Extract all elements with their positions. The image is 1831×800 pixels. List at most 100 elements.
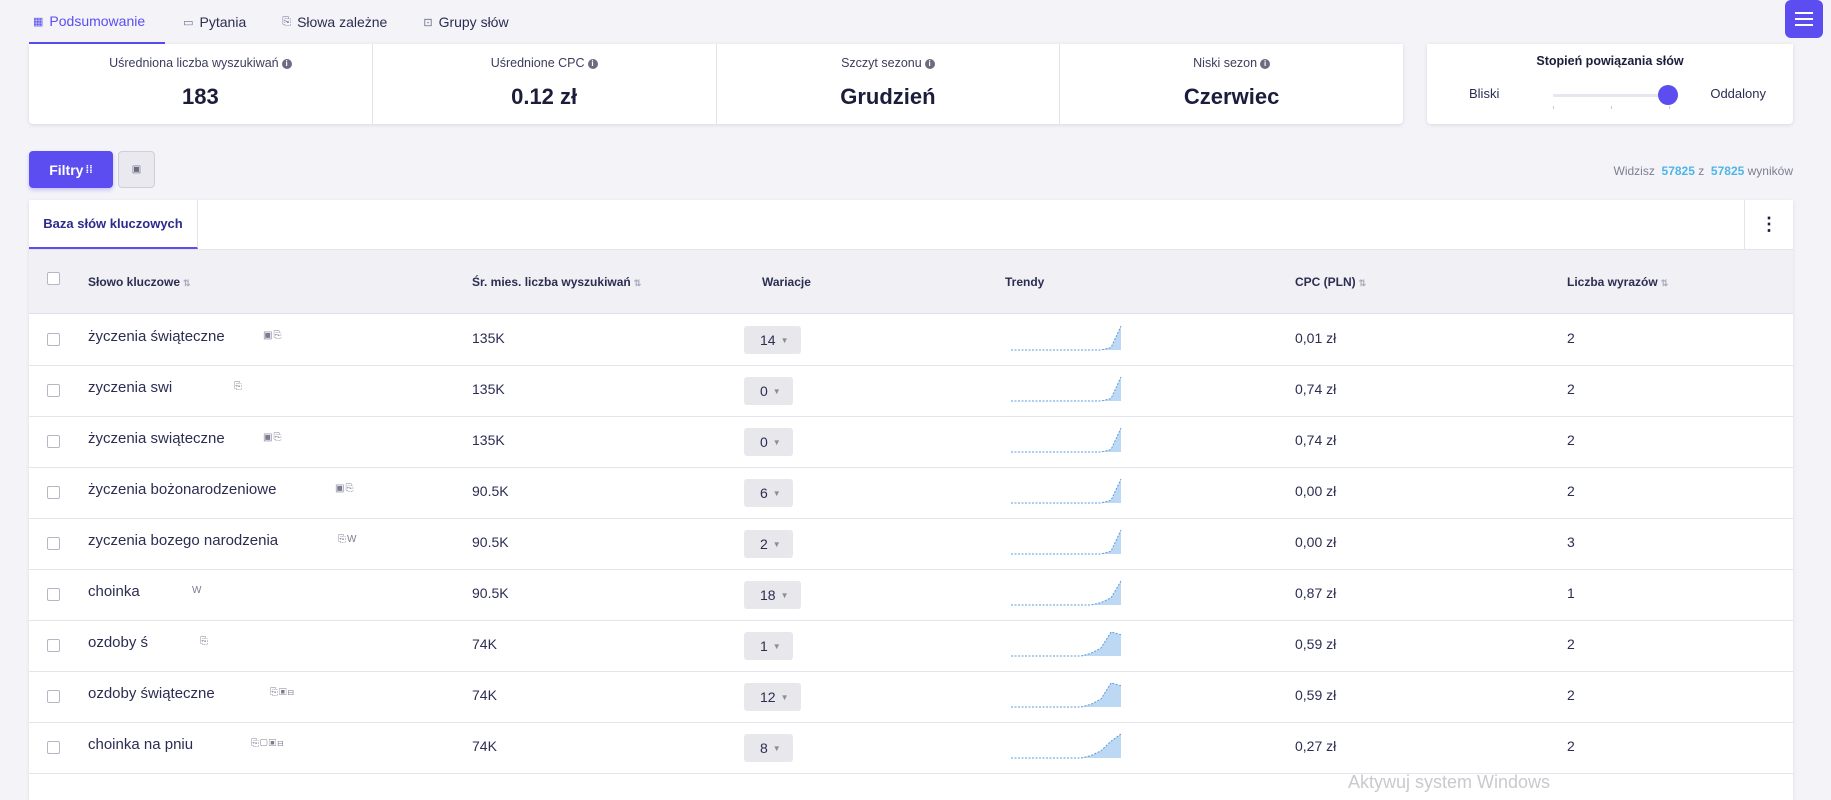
cpc-cell: 0,87 zł [1295,585,1337,601]
keyword-cell[interactable]: choinka [88,583,140,600]
table-row[interactable]: choinka W 90.5K 18 ▼ 0,87 zł 1 [29,569,1793,621]
filter-icon: ⁞⁞ [85,163,93,176]
variations-dropdown[interactable]: 2 ▼ [744,530,793,558]
variations-dropdown[interactable]: 18 ▼ [744,581,801,609]
trend-line [1011,478,1122,504]
tab-keyword-base[interactable]: Baza słów kluczowych [29,200,198,249]
variations-dropdown[interactable]: 0 ▼ [744,428,793,456]
column-cpc[interactable]: CPC (PLN) ⇅ [1295,275,1366,289]
row-checkbox[interactable] [47,741,60,754]
serp-feature-icons: ⎘W [338,534,358,545]
info-icon[interactable]: i [924,59,935,69]
relation-slider-thumb[interactable] [1658,85,1678,105]
volume-cell: 90.5K [472,585,509,601]
relation-title: Stopień powiązania słów [1536,54,1684,68]
hamburger-icon [1795,12,1813,26]
relation-slider-track[interactable] [1553,94,1669,97]
serp-feature-icons: ⎘▣⊟ [270,687,295,698]
row-checkbox[interactable] [47,486,60,499]
save-button[interactable]: ▣ [118,151,155,188]
column-volume[interactable]: Śr. mies. liczba wyszukiwań ⇅ [472,275,641,289]
variations-dropdown[interactable]: 1 ▼ [744,632,793,660]
stat-label: Uśredniona liczba wyszukiwań [109,56,279,70]
stat-value: Czerwiec [1183,84,1280,109]
serp-feature-icons: W [192,585,203,596]
chevron-down-icon: ▼ [772,488,781,498]
keyword-cell[interactable]: ozdoby świąteczne [88,685,215,702]
keyword-cell[interactable]: życzenia swiąteczne [88,430,225,447]
trend-sparkline [1011,733,1122,759]
row-checkbox[interactable] [47,333,60,346]
volume-cell: 90.5K [472,534,509,550]
variations-dropdown[interactable]: 0 ▼ [744,377,793,405]
variations-value: 0 [760,434,768,450]
results-suffix: wyników [1747,164,1793,178]
tab-slowa-zalezne[interactable]: ⎘ Słowa zależne [278,0,405,44]
slider-tick [1611,106,1612,109]
keyword-cell[interactable]: zyczenia swi [88,379,172,396]
serp-feature-icons: ⎘ [234,381,243,392]
relation-far-label: Oddalony [1710,86,1766,101]
results-shown: 57825 [1661,164,1695,178]
keyword-cell[interactable]: ozdoby ś [88,634,148,651]
keyword-cell[interactable]: zyczenia bozego narodzenia [88,532,278,549]
info-icon[interactable]: i [281,59,292,69]
row-checkbox[interactable] [47,435,60,448]
document-icon: ⎘ [282,15,292,28]
variations-dropdown[interactable]: 6 ▼ [744,479,793,507]
volume-cell: 135K [472,330,505,346]
trend-area [1011,428,1121,452]
tab-grupy-slow[interactable]: ⊡ Grupy słów [419,0,526,44]
tab-podsumowanie[interactable]: ▦ Podsumowanie [29,0,166,44]
stat-peak-season: Szczyt sezonu i Grudzień [717,44,1061,124]
trend-sparkline [1011,631,1122,657]
menu-button[interactable] [1785,0,1823,38]
info-icon[interactable]: i [1260,59,1271,69]
filter-button[interactable]: Filtry ⁞⁞ [29,151,113,188]
table-header: Słowo kluczowe ⇅ Śr. mies. liczba wyszuki… [29,250,1793,314]
cpc-cell: 0,59 zł [1295,636,1337,652]
variations-value: 12 [760,689,776,705]
word-count-cell: 3 [1567,534,1575,550]
tab-label: Podsumowanie [49,13,146,29]
row-checkbox[interactable] [47,690,60,703]
word-count-cell: 1 [1567,585,1575,601]
column-words[interactable]: Liczba wyrazów ⇅ [1567,275,1668,289]
more-options-icon[interactable]: ⋮ [1744,200,1793,249]
table-row[interactable]: choinka na pniu ⎘▢▣⊟ 74K 8 ▼ 0,27 zł 2 [29,722,1793,774]
trend-area [1011,377,1121,401]
stat-label: Szczyt sezonu [841,56,922,70]
word-count-cell: 2 [1567,432,1575,448]
table-row[interactable]: ozdoby ś ⎘ 74K 1 ▼ 0,59 zł 2 [29,620,1793,672]
table-row[interactable]: zyczenia bozego narodzenia ⎘W 90.5K 2 ▼ 0,00 … [29,518,1793,570]
grid-icon: ▦ [33,15,44,28]
select-all-checkbox[interactable] [47,272,60,285]
variations-dropdown[interactable]: 8 ▼ [744,734,793,762]
tab-pytania[interactable]: ▭ Pytania [179,0,264,44]
keyword-cell[interactable]: życzenia świąteczne [88,328,225,345]
volume-cell: 90.5K [472,483,509,499]
trend-line [1011,325,1122,351]
keyword-cell[interactable]: choinka na pniu [88,736,193,753]
table-row[interactable]: życzenia swiąteczne ▣⎘ 135K 0 ▼ 0,74 zł 2 [29,416,1793,468]
chevron-down-icon: ▼ [780,590,789,600]
keyword-cell[interactable]: życzenia bożonarodzeniowe [88,481,276,498]
variations-value: 0 [760,383,768,399]
table-row[interactable]: życzenia bożonarodzeniowe ▣⎘ 90.5K 6 ▼ 0,00 z… [29,467,1793,519]
row-checkbox[interactable] [47,588,60,601]
table-row[interactable]: zyczenia swi ⎘ 135K 0 ▼ 0,74 zł 2 [29,365,1793,417]
volume-cell: 74K [472,636,497,652]
tab-label: Grupy słów [438,14,509,30]
variations-dropdown[interactable]: 12 ▼ [744,683,801,711]
table-row[interactable]: ozdoby świąteczne ⎘▣⊟ 74K 12 ▼ 0,59 zł 2 [29,671,1793,723]
serp-feature-icons: ▣⎘ [263,432,283,443]
info-icon[interactable]: i [587,59,598,69]
trend-line [1011,376,1122,402]
row-checkbox[interactable] [47,384,60,397]
row-checkbox[interactable] [47,537,60,550]
table-row[interactable]: życzenia świąteczne ▣⎘ 135K 14 ▼ 0,01 zł 2 [29,314,1793,366]
column-trends: Trendy [1005,275,1045,289]
row-checkbox[interactable] [47,639,60,652]
variations-dropdown[interactable]: 14 ▼ [744,326,801,354]
column-keyword[interactable]: Słowo kluczowe ⇅ [88,275,191,289]
